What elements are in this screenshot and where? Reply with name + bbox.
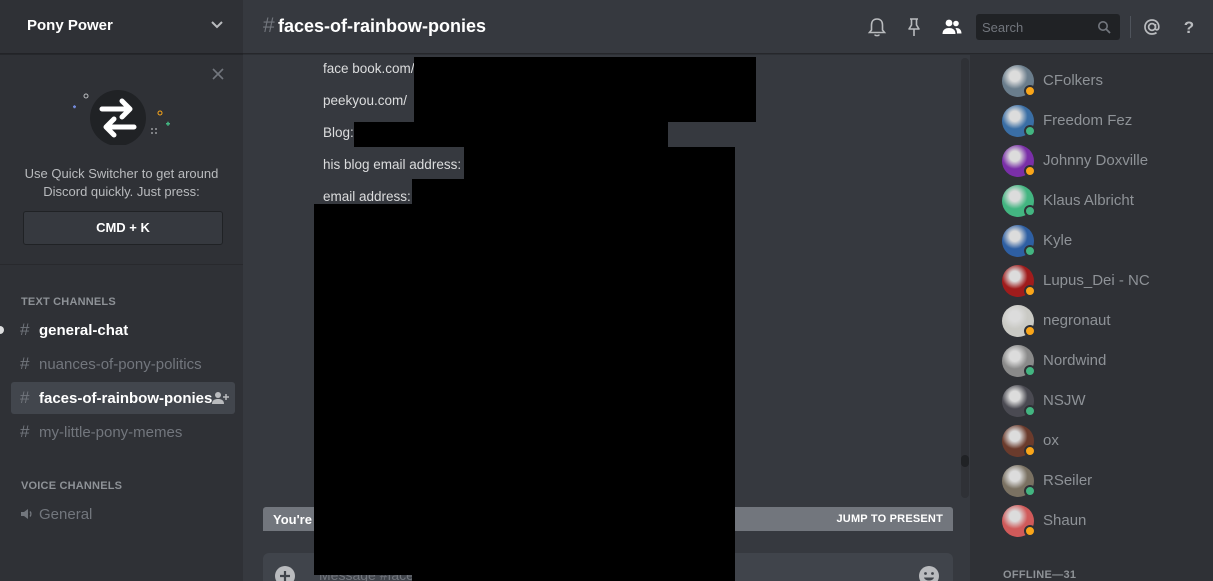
member-name: Lupus_Dei - NC (1043, 272, 1150, 289)
member-item[interactable]: RSeiler (970, 461, 1213, 501)
redaction-box (412, 575, 735, 581)
member-item[interactable]: Kyle (970, 221, 1213, 261)
hash-icon: # (20, 422, 30, 441)
redaction-box (414, 57, 756, 122)
member-item[interactable]: Shaun (970, 501, 1213, 541)
member-item[interactable]: Klaus Albricht (970, 181, 1213, 221)
quick-switcher-illustration (73, 90, 170, 145)
member-item[interactable]: Johnny Doxville (970, 141, 1213, 181)
message-text: face book.com/ (323, 61, 415, 76)
member-name: Klaus Albricht (1043, 192, 1134, 209)
mention-icon[interactable] (1141, 16, 1163, 38)
channel-nuances-of-pony-politics[interactable]: # nuances-of-pony-politics (11, 348, 235, 380)
member-item[interactable]: Lupus_Dei - NC (970, 261, 1213, 301)
member-name: Freedom Fez (1043, 112, 1133, 129)
channel-faces-of-rainbow-ponies[interactable]: # faces-of-rainbow-ponies (11, 382, 235, 414)
help-icon[interactable]: ? (1178, 16, 1200, 38)
header-divider (1130, 16, 1131, 38)
voice-channels-category[interactable]: VOICE CHANNELS (21, 480, 122, 492)
redaction-box (354, 122, 668, 147)
member-name: Shaun (1043, 512, 1087, 529)
redaction-box (412, 179, 735, 204)
unread-indicator (0, 326, 4, 334)
message-text: email address: (323, 189, 411, 204)
member-name: RSeiler (1043, 472, 1093, 489)
status-indicator (1024, 485, 1036, 497)
pin-icon[interactable] (903, 16, 925, 38)
chevron-down-icon[interactable] (210, 20, 224, 30)
hash-icon: # (20, 388, 30, 407)
member-name: negronaut (1043, 312, 1111, 329)
redaction-box (464, 147, 735, 179)
status-indicator (1024, 445, 1036, 457)
member-item[interactable]: negronaut (970, 301, 1213, 341)
guild-header[interactable]: Pony Power (0, 0, 243, 54)
quick-switcher-line-1: Use Quick Switcher to get around (24, 166, 219, 181)
hash-icon: # (263, 14, 275, 37)
member-name: CFolkers (1043, 72, 1104, 89)
close-icon[interactable] (211, 67, 225, 81)
create-invite-icon[interactable] (211, 390, 229, 406)
jump-to-present-button[interactable]: JUMP TO PRESENT (836, 513, 943, 525)
channel-general-chat[interactable]: # general-chat (11, 314, 235, 346)
upload-plus-icon[interactable] (274, 565, 296, 581)
member-name: Johnny Doxville (1043, 152, 1149, 169)
member-item[interactable]: CFolkers (970, 61, 1213, 101)
channel-my-little-pony-memes[interactable]: # my-little-pony-memes (11, 416, 235, 448)
redaction-box (314, 204, 735, 575)
channel-label: General (39, 506, 93, 523)
member-item[interactable]: ox (970, 421, 1213, 461)
channel-sidebar: Pony Power Use Quick Switcher to get aro… (0, 0, 243, 581)
channel-label: nuances-of-pony-politics (39, 356, 202, 373)
status-indicator (1024, 125, 1036, 137)
status-indicator (1024, 285, 1036, 297)
quick-switcher-line-2: Discord quickly. Just press: (43, 184, 200, 199)
members-icon[interactable] (941, 16, 963, 38)
hash-icon: # (20, 354, 30, 373)
member-item[interactable]: Freedom Fez (970, 101, 1213, 141)
status-indicator (1024, 325, 1036, 337)
bell-icon[interactable] (866, 16, 888, 38)
channel-label: faces-of-rainbow-ponies (39, 390, 213, 407)
message-text: peekyou.com/ (323, 93, 408, 108)
status-indicator (1024, 85, 1036, 97)
speaker-icon (21, 509, 32, 519)
member-list: CFolkers Freedom Fez Johnny Doxville Klaus … (970, 55, 1213, 581)
emoji-icon[interactable] (918, 565, 940, 581)
channel-header: # faces-of-rainbow-ponies ? (243, 0, 1213, 54)
member-name: NSJW (1043, 392, 1086, 409)
message-text: his blog email address: (323, 157, 462, 172)
status-indicator (1024, 365, 1036, 377)
channel-label: general-chat (39, 322, 129, 339)
status-indicator (1024, 245, 1036, 257)
svg-text:?: ? (1184, 18, 1194, 37)
text-channels-category[interactable]: TEXT CHANNELS (21, 296, 116, 308)
search-icon[interactable] (1097, 20, 1111, 34)
status-indicator (1024, 205, 1036, 217)
member-item[interactable]: NSJW (970, 381, 1213, 421)
hash-icon: # (20, 320, 30, 339)
status-indicator (1024, 165, 1036, 177)
search-input[interactable] (976, 14, 1094, 40)
quick-switcher-text: Use Quick Switcher to get around Discord… (10, 165, 233, 201)
search-box[interactable] (976, 14, 1120, 40)
voice-channel-general[interactable]: General (11, 498, 235, 530)
status-indicator (1024, 525, 1036, 537)
channel-label: my-little-pony-memes (39, 424, 183, 441)
member-name: ox (1043, 432, 1059, 449)
quick-switcher-shortcut[interactable]: CMD + K (23, 211, 223, 245)
offline-group-label: OFFLINE—31 (1003, 569, 1077, 581)
status-indicator (1024, 405, 1036, 417)
jump-bar-text: You're (273, 512, 312, 527)
message-scrollbar[interactable] (961, 58, 969, 498)
message-text: Blog: (323, 125, 354, 140)
member-item[interactable]: Nordwind (970, 341, 1213, 381)
scrollbar-thumb[interactable] (961, 455, 969, 467)
guild-name: Pony Power (27, 17, 113, 34)
quick-switcher-tip: Use Quick Switcher to get around Discord… (0, 55, 243, 265)
member-name: Kyle (1043, 232, 1073, 249)
member-name: Nordwind (1043, 352, 1107, 369)
channel-title: faces-of-rainbow-ponies (278, 16, 487, 36)
